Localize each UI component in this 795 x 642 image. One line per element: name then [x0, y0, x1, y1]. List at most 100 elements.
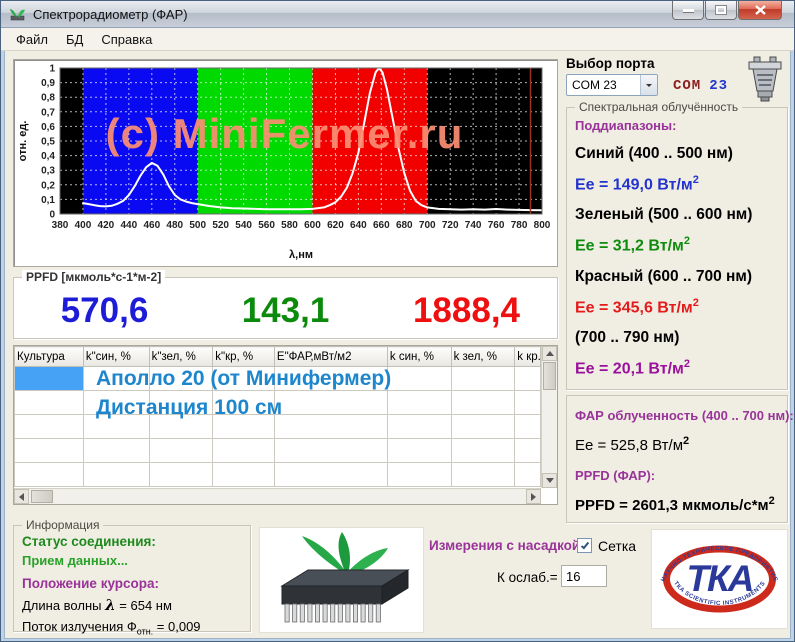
table-cell[interactable] — [213, 439, 275, 463]
svg-text:440: 440 — [121, 220, 138, 231]
column-header-5[interactable]: k син, % — [387, 347, 451, 367]
titlebar[interactable]: Спектрорадиометр (ФАР) — [1, 1, 794, 28]
grid-checkbox[interactable] — [577, 538, 592, 553]
table-cell[interactable] — [515, 463, 541, 487]
table-cell[interactable] — [451, 391, 515, 415]
menu-help[interactable]: Справка — [92, 29, 161, 50]
check-icon — [580, 540, 588, 549]
table-cell[interactable] — [83, 463, 149, 487]
svg-text:λ,нм: λ,нм — [289, 249, 313, 261]
svg-text:720: 720 — [442, 220, 459, 231]
table-cell[interactable] — [451, 463, 515, 487]
app-window: Спектрорадиометр (ФАР) Файл БД Справка 3… — [0, 0, 795, 642]
selected-cell[interactable] — [15, 367, 84, 391]
table-cell[interactable] — [387, 439, 451, 463]
table-cell[interactable] — [15, 415, 84, 439]
svg-text:520: 520 — [212, 220, 229, 231]
svg-text:600: 600 — [304, 220, 321, 231]
table-cell[interactable] — [213, 463, 275, 487]
table-cell[interactable] — [15, 439, 84, 463]
svg-text:отн. ед.: отн. ед. — [17, 121, 29, 162]
table-cell[interactable] — [149, 439, 213, 463]
svg-text:800: 800 — [534, 220, 551, 231]
table-cell[interactable] — [83, 367, 149, 391]
table-cell[interactable] — [15, 463, 84, 487]
close-button[interactable] — [738, 1, 782, 20]
table-cell[interactable] — [274, 463, 387, 487]
table-cell[interactable] — [274, 415, 387, 439]
table-cell[interactable] — [387, 367, 451, 391]
farred-band-name: (700 .. 790 нм) — [575, 329, 779, 347]
svg-text:400: 400 — [75, 220, 92, 231]
table-cell[interactable] — [15, 391, 84, 415]
ppfd-par-label: PPFD (ФАР): — [575, 468, 779, 483]
port-select[interactable]: COM 23 — [566, 74, 658, 96]
table-cell[interactable] — [387, 415, 451, 439]
grid-checkbox-label: Сетка — [598, 538, 636, 554]
scroll-down-button[interactable] — [542, 473, 557, 488]
table-cell[interactable] — [387, 391, 451, 415]
flux-line: Поток излучения Фотн. = 0,009 — [22, 619, 242, 637]
table-row — [15, 463, 541, 487]
connection-status-label: Статус соединения: — [22, 534, 242, 549]
table-cell[interactable] — [149, 415, 213, 439]
maximize-button[interactable] — [705, 1, 737, 20]
scroll-right-button[interactable] — [526, 489, 541, 504]
hscroll-thumb[interactable] — [31, 490, 53, 503]
column-header-6[interactable]: k зел, % — [451, 347, 515, 367]
culture-table-wrap: Культураk"син, %k"зел, %k"кр, %Е"ФАР,мВт… — [13, 345, 558, 505]
table-cell[interactable] — [515, 391, 541, 415]
attachment-label: Измерения с насадкой: — [429, 538, 585, 553]
table-cell[interactable] — [387, 463, 451, 487]
table-cell[interactable] — [149, 367, 213, 391]
table-cell[interactable] — [274, 367, 387, 391]
column-header-7[interactable]: k кр., — [515, 347, 541, 367]
svg-text:560: 560 — [258, 220, 275, 231]
table-cell[interactable] — [149, 463, 213, 487]
table-cell[interactable] — [83, 415, 149, 439]
table-cell[interactable] — [83, 439, 149, 463]
column-header-0[interactable]: Культура — [15, 347, 84, 367]
table-cell[interactable] — [274, 439, 387, 463]
spectrum-chart[interactable]: 3804004204404604805005205405605806006206… — [14, 60, 555, 264]
svg-text:680: 680 — [396, 220, 413, 231]
app-icon — [9, 7, 27, 22]
table-cell[interactable] — [515, 367, 541, 391]
close-icon — [755, 5, 766, 15]
spectrum-chart-panel: 3804004204404604805005205405605806006206… — [13, 59, 558, 267]
table-horizontal-scrollbar[interactable] — [14, 488, 541, 504]
table-cell[interactable] — [274, 391, 387, 415]
svg-text:420: 420 — [98, 220, 115, 231]
spectral-group-label: Спектральная облучённость — [575, 100, 742, 114]
svg-text:660: 660 — [373, 220, 390, 231]
svg-text:620: 620 — [327, 220, 344, 231]
svg-text:760: 760 — [488, 220, 505, 231]
table-cell[interactable] — [515, 415, 541, 439]
table-cell[interactable] — [451, 367, 515, 391]
vscroll-thumb[interactable] — [543, 362, 556, 390]
table-cell[interactable] — [451, 439, 515, 463]
menu-file[interactable]: Файл — [7, 29, 57, 50]
dropdown-button[interactable] — [640, 75, 657, 95]
scroll-left-button[interactable] — [14, 489, 29, 504]
column-header-4[interactable]: Е"ФАР,мВт/м2 — [274, 347, 387, 367]
table-cell[interactable] — [213, 367, 275, 391]
table-cell[interactable] — [213, 391, 275, 415]
column-header-3[interactable]: k"кр, % — [213, 347, 275, 367]
table-cell[interactable] — [213, 415, 275, 439]
attenuation-input[interactable] — [561, 565, 607, 587]
column-header-1[interactable]: k"син, % — [83, 347, 149, 367]
maximize-icon — [716, 6, 726, 14]
svg-text:480: 480 — [166, 220, 183, 231]
table-vertical-scrollbar[interactable] — [541, 346, 557, 488]
table-cell[interactable] — [83, 391, 149, 415]
com-status-number: 23 — [709, 78, 728, 94]
column-header-2[interactable]: k"зел, % — [149, 347, 213, 367]
table-cell[interactable] — [451, 415, 515, 439]
scroll-up-button[interactable] — [542, 346, 557, 361]
menu-db[interactable]: БД — [57, 29, 92, 50]
table-cell[interactable] — [149, 391, 213, 415]
chip-legs — [285, 604, 380, 622]
table-cell[interactable] — [515, 439, 541, 463]
minimize-button[interactable] — [672, 1, 704, 20]
